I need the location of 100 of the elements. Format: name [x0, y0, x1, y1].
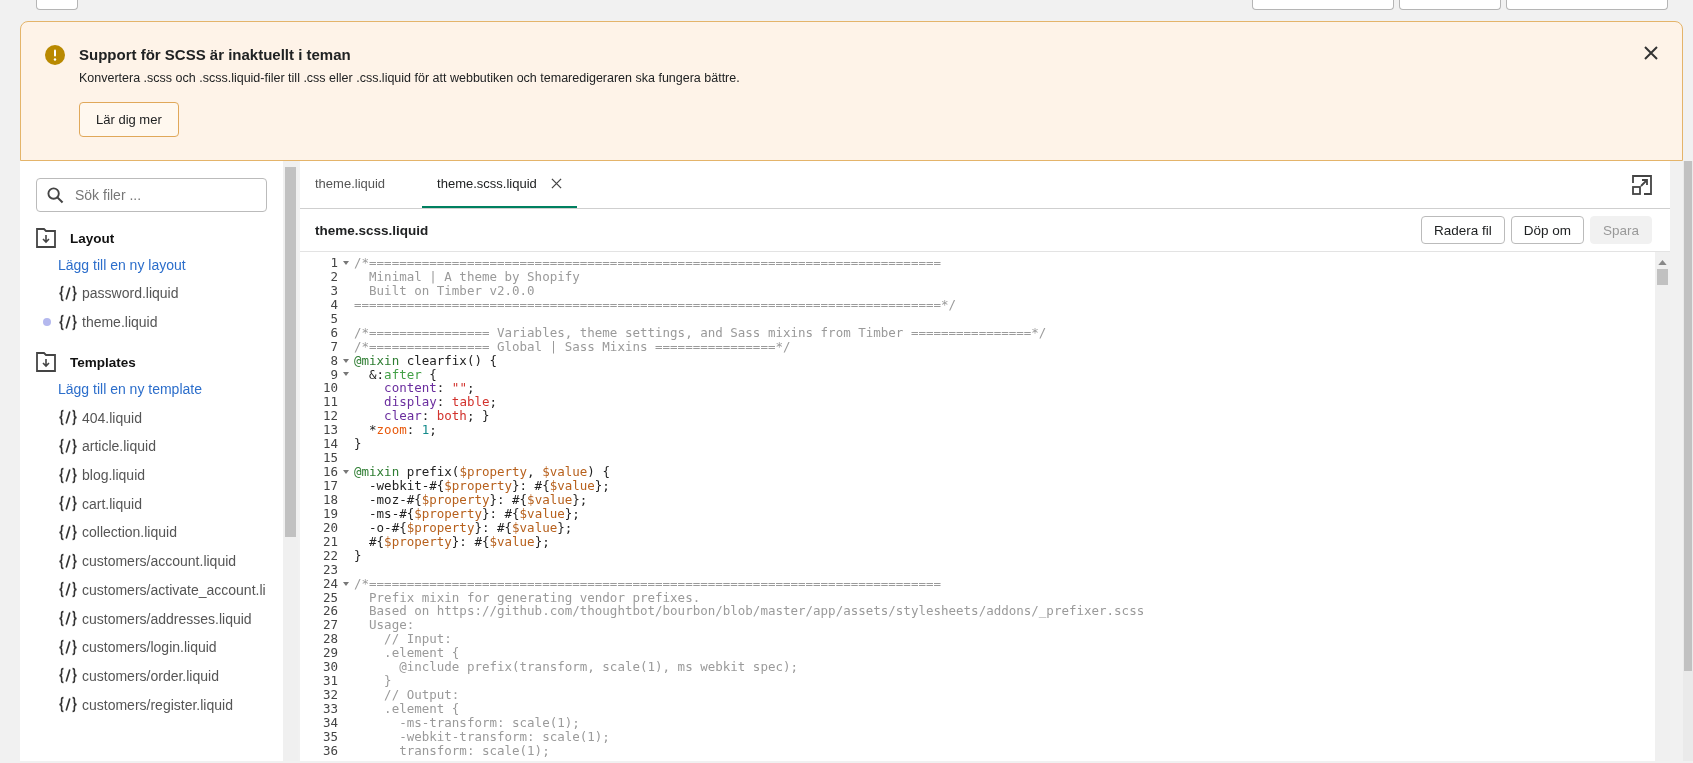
line-number: 11 [321, 395, 338, 410]
code-file-icon [58, 581, 78, 599]
line-number: 29 [321, 646, 338, 661]
code-line: clear: both; } [383, 409, 490, 424]
action-button[interactable]: Döp om [1510, 216, 1584, 244]
line-number: 17 [321, 479, 338, 493]
line-number: 1 [329, 256, 338, 270]
line-number: 27 [321, 618, 338, 633]
code-line: *zoom: 1; [368, 423, 437, 438]
fold-arrow-icon[interactable] [343, 470, 349, 475]
file-item[interactable]: blog.liquid [36, 460, 283, 490]
action-button[interactable]: Radera fil [1420, 216, 1505, 244]
line-number: 21 [321, 534, 338, 549]
folder-download-icon [36, 352, 56, 373]
code-line: -ms-#{$property}: #{$value}; [368, 506, 580, 521]
scroll-thumb[interactable] [1657, 269, 1668, 285]
code-file-icon [58, 610, 78, 628]
code-file-icon [58, 409, 78, 427]
fold-arrow-icon[interactable] [343, 260, 349, 265]
code-line: .element { [383, 646, 460, 661]
code-line: .element { [383, 702, 460, 716]
line-number: 4 [329, 297, 338, 312]
banner-title: Support för SCSS är inaktuellt i teman [79, 45, 352, 65]
code-line: Prefix mixin for generating vendor prefixes. [369, 590, 701, 605]
line-number: 28 [321, 632, 338, 647]
scroll-thumb[interactable] [285, 167, 296, 537]
line-number: 3 [329, 283, 338, 298]
line-number: 23 [321, 562, 338, 577]
file-tab[interactable]: theme.scss.liquid [422, 161, 577, 208]
learn-more-button[interactable]: Lär dig mer [79, 102, 179, 137]
file-item[interactable]: customers/account.liquid [36, 546, 283, 576]
line-number: 30 [321, 660, 338, 675]
line-number: 36 [321, 743, 338, 758]
line-number: 24 [321, 576, 338, 591]
scroll-up-arrow-icon[interactable] [1658, 260, 1667, 265]
code-line: Minimal | A theme by Shopify [369, 269, 580, 284]
section-title: Layout [70, 230, 115, 246]
line-number: 12 [321, 409, 338, 424]
line-number: 5 [329, 311, 338, 326]
header-button[interactable] [1252, 0, 1394, 10]
line-number: 22 [321, 548, 338, 563]
line-number: 32 [321, 688, 338, 702]
line-number: 9 [329, 367, 338, 382]
file-item[interactable]: customers/order.liquid [36, 661, 283, 691]
close-icon[interactable] [550, 178, 562, 189]
header-button[interactable] [1399, 0, 1501, 10]
file-item[interactable]: customers/addresses.liquid [36, 604, 283, 633]
line-number: 18 [321, 492, 338, 507]
code-line: @include prefix(transform, scale(1), ms webkit spec); [398, 660, 798, 675]
back-button[interactable] [36, 0, 78, 10]
add-file-link[interactable]: Lägg till en ny layout [58, 251, 283, 279]
code-file-icon [58, 667, 78, 685]
fold-arrow-icon[interactable] [343, 358, 349, 363]
line-number: 8 [329, 353, 338, 368]
file-item[interactable]: customers/activate_account.li [36, 575, 283, 605]
fold-arrow-icon[interactable] [343, 581, 349, 586]
file-item[interactable]: cart.liquid [36, 489, 283, 519]
code-line: // Output: [383, 688, 460, 702]
scroll-thumb[interactable] [1684, 161, 1692, 671]
code-line: /*============================================================================ [354, 256, 941, 270]
code-line: /*============================================================================ [354, 576, 941, 591]
file-item[interactable]: password.liquid [36, 279, 283, 308]
code-line: transform: scale(1); [398, 743, 550, 758]
code-line: Built on Timber v2.0.0 [368, 283, 535, 298]
file-item[interactable]: article.liquid [36, 432, 283, 461]
code-line: display: table; [383, 395, 498, 410]
code-file-icon [58, 638, 78, 656]
code-file-icon [58, 552, 78, 570]
line-number: 16 [321, 465, 338, 479]
code-line: @mixin prefix($property, $value) { [354, 465, 610, 479]
file-item[interactable]: customers/register.liquid [36, 690, 283, 719]
line-number: 20 [321, 520, 338, 535]
file-tab[interactable]: theme.liquid [300, 161, 401, 208]
line-number: 15 [321, 451, 338, 466]
line-number: 31 [321, 674, 338, 689]
code-file-icon [58, 523, 78, 541]
file-item[interactable]: customers/login.liquid [36, 632, 283, 662]
header-button[interactable] [1506, 0, 1668, 10]
line-number: 6 [329, 325, 338, 340]
code-line: -ms-transform: scale(1); [398, 715, 580, 730]
add-file-link[interactable]: Lägg till en ny template [58, 375, 283, 404]
folder-download-icon [36, 228, 56, 248]
code-line: -webkit-transform: scale(1); [398, 729, 610, 744]
code-line: /*================ Global | Sass Mixins ================*/ [354, 339, 791, 354]
code-file-icon [58, 466, 78, 484]
code-line: // Input: [384, 632, 452, 647]
expand-icon[interactable] [1632, 174, 1652, 195]
line-number: 26 [321, 604, 338, 619]
search-field[interactable]: Sök filer ... [36, 178, 267, 212]
section-title: Templates [70, 354, 136, 370]
file-item[interactable]: theme.liquid [36, 307, 283, 337]
file-item[interactable]: collection.liquid [36, 518, 283, 547]
line-number: 10 [321, 381, 338, 396]
close-icon[interactable] [1644, 46, 1658, 60]
fold-arrow-icon[interactable] [343, 372, 349, 377]
file-item[interactable]: 404.liquid [36, 403, 283, 433]
line-number: 14 [321, 437, 338, 452]
code-line: #{$property}: #{$value}; [368, 534, 550, 549]
banner-message: Konvertera .scss och .scss.liquid-filer till .css eller .css.liquid för att webbutiken och temaredigeraren ska fungera bättre. [79, 70, 741, 87]
code-line: &:after { [369, 367, 437, 382]
